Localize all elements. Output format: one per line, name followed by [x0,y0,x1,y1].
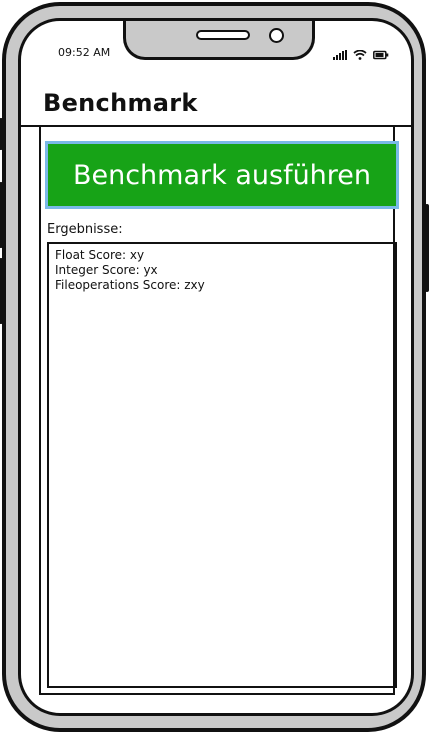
signal-icon [333,45,347,64]
status-time: 09:52 AM [58,46,111,59]
phone-side-button [0,258,3,324]
phone-side-button [0,182,3,248]
phone-screen: 09:52 AM Benchmark Benchmark ausführen E… [18,18,414,716]
speaker-icon [196,30,250,40]
run-benchmark-button[interactable]: Benchmark ausführen [45,141,399,209]
battery-icon [373,45,389,64]
phone-frame: 09:52 AM Benchmark Benchmark ausführen E… [0,2,429,732]
result-float-score: Float Score: xy [55,248,145,262]
camera-icon [269,28,284,43]
phone-notch [123,21,315,60]
result-fileoperations-score: Fileoperations Score: zxy [55,278,205,292]
wifi-icon [353,45,367,64]
page-title: Benchmark [43,89,198,117]
phone-side-button [0,118,3,150]
result-integer-score: Integer Score: yx [55,263,158,277]
status-icons [333,45,389,64]
results-box: Float Score: xy Integer Score: yx Fileop… [47,242,397,688]
results-label: Ergebnisse: [47,222,123,237]
phone-side-button [425,204,429,292]
